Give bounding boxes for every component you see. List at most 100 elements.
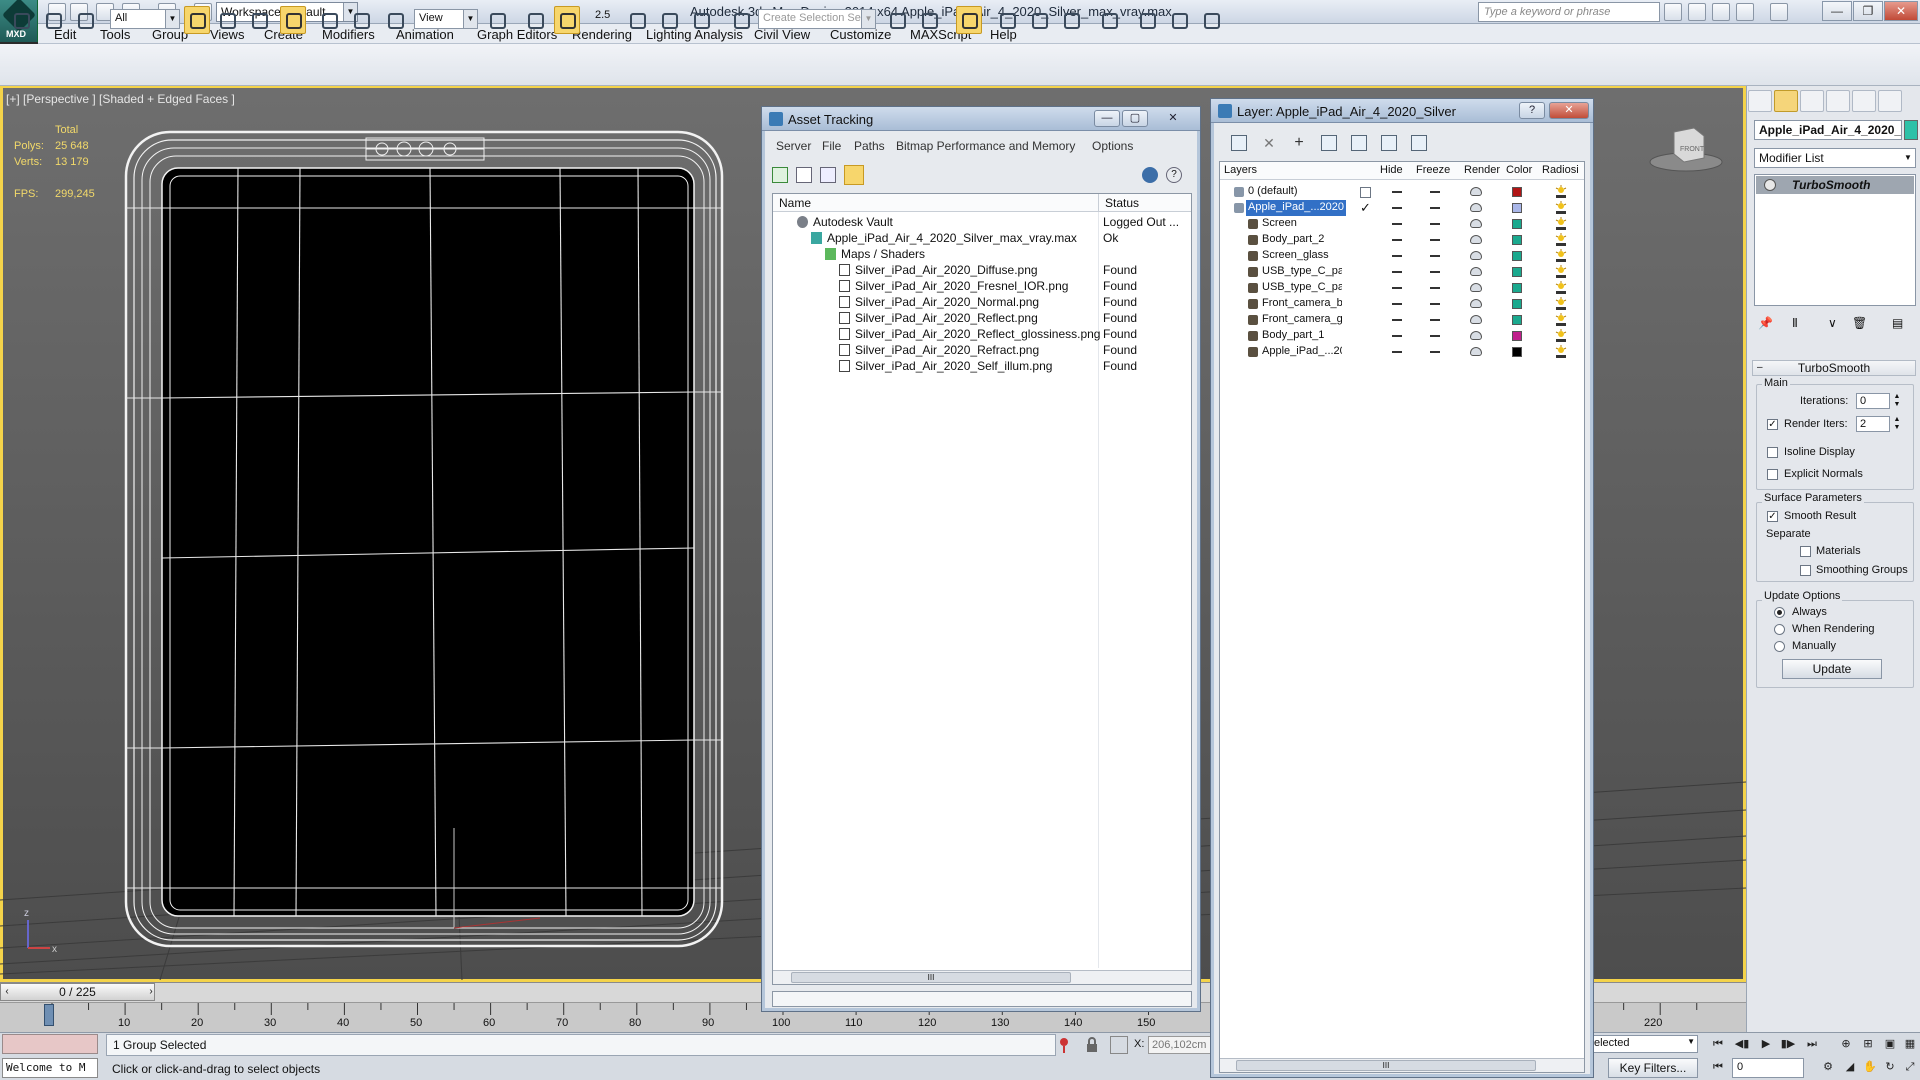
zoom-extents-icon[interactable]: ▣ — [1880, 1035, 1900, 1053]
layer-object-row[interactable]: USB_type_C_pa — [1220, 280, 1578, 296]
go-to-end-icon[interactable]: ⏭ — [1802, 1035, 1822, 1053]
next-frame-icon[interactable]: ▮▶ — [1778, 1035, 1798, 1053]
layer-color-swatch[interactable] — [1512, 187, 1522, 197]
isolate-selection-icon[interactable] — [1056, 1036, 1072, 1054]
layer-color-swatch[interactable] — [1512, 347, 1522, 357]
radiosity-icon[interactable] — [1554, 217, 1568, 231]
layer-window-titlebar[interactable]: Layer: Apple_iPad_Air_4_2020_Silver ? ✕ — [1211, 99, 1593, 123]
radiosity-icon[interactable] — [1554, 201, 1568, 215]
layer-freeze-toggle[interactable] — [1430, 223, 1440, 225]
maxscript-output[interactable]: Welcome to M — [2, 1058, 98, 1078]
separate-materials-checkbox[interactable] — [1800, 546, 1811, 557]
teapot-render-icon[interactable] — [1470, 331, 1482, 340]
layer-color-swatch[interactable] — [1512, 203, 1522, 213]
asset-menu-server[interactable]: Server — [776, 139, 811, 153]
maximize-viewport-icon[interactable]: ⤢ — [1900, 1058, 1920, 1076]
zoom-icon[interactable]: ⊕ — [1836, 1035, 1856, 1053]
layer-color-swatch[interactable] — [1512, 283, 1522, 293]
iterations-spinner-arrows[interactable]: ▲ ▼ — [1892, 393, 1902, 409]
key-mode-toggle-icon[interactable]: ⏮ — [1708, 1058, 1728, 1076]
layer-col-layers[interactable]: Layers — [1224, 164, 1257, 176]
asset-help-icon[interactable]: ? — [1166, 167, 1182, 183]
close-window-button[interactable]: ✕ — [1884, 1, 1918, 21]
mini-curve-editor-icon[interactable] — [8, 1006, 32, 1026]
layer-color-swatch[interactable] — [1512, 251, 1522, 261]
radiosity-icon[interactable] — [1554, 345, 1568, 359]
teapot-render-icon[interactable] — [1470, 315, 1482, 324]
communication-icon[interactable] — [1712, 3, 1730, 21]
bind-space-warp-icon[interactable] — [72, 6, 98, 34]
configure-modifier-sets-icon[interactable]: ▤ — [1892, 316, 1910, 332]
radiosity-icon[interactable] — [1554, 297, 1568, 311]
teapot-render-icon[interactable] — [1470, 283, 1482, 292]
separate-smoothing-groups-checkbox[interactable] — [1800, 565, 1811, 576]
named-selection-dropdown[interactable]: Create Selection Se ▼ — [758, 9, 876, 29]
time-prev-icon[interactable]: ‹ — [0, 983, 14, 1001]
layer-hide-toggle[interactable] — [1392, 303, 1402, 305]
time-slider-thumb[interactable]: 0 / 225 — [0, 983, 155, 1001]
layer-hide-toggle[interactable] — [1392, 319, 1402, 321]
hierarchy-tab-icon[interactable] — [1800, 90, 1824, 112]
teapot-render-icon[interactable] — [1470, 203, 1482, 212]
snaps-toggle-icon[interactable]: 2.5 — [592, 6, 618, 34]
layer-hide-toggle[interactable] — [1392, 255, 1402, 257]
asset-col-name[interactable]: Name — [779, 196, 811, 210]
asset-row[interactable]: Maps / Shaders — [773, 246, 1191, 262]
curve-editor-icon[interactable] — [1026, 6, 1052, 34]
help-icon[interactable] — [1770, 3, 1788, 21]
layer-freeze-toggle[interactable] — [1430, 335, 1440, 337]
asset-close-button[interactable]: ✕ — [1156, 110, 1190, 127]
align-icon[interactable] — [916, 6, 942, 34]
add-to-layer-icon[interactable]: + — [1291, 135, 1307, 151]
edit-named-selections-icon[interactable] — [728, 6, 754, 34]
asset-row[interactable]: Silver_iPad_Air_2020_Reflect_glossiness.… — [773, 326, 1191, 342]
isoline-display-checkbox[interactable] — [1767, 447, 1778, 458]
smooth-result-checkbox[interactable]: ✓ — [1767, 511, 1778, 522]
thumbnail-view-icon[interactable] — [820, 167, 836, 183]
asset-menu-options[interactable]: Options — [1092, 139, 1133, 153]
layer-hide-toggle[interactable] — [1392, 207, 1402, 209]
refresh-icon[interactable] — [772, 167, 788, 183]
favorites-star-icon[interactable] — [1736, 3, 1754, 21]
selection-filter-dropdown[interactable]: All ▼ — [110, 9, 180, 29]
reference-coord-dropdown[interactable]: View ▼ — [414, 9, 478, 29]
pan-view-icon[interactable]: ✋ — [1860, 1058, 1880, 1076]
layer-col-render[interactable]: Render — [1464, 164, 1500, 176]
material-editor-icon[interactable] — [1096, 6, 1122, 34]
minimize-window-button[interactable]: — — [1822, 1, 1852, 21]
asset-menu-paths[interactable]: Paths — [854, 139, 885, 153]
percent-snap-icon[interactable] — [656, 6, 682, 34]
rectangular-region-icon[interactable] — [246, 6, 272, 34]
scale-icon[interactable] — [382, 6, 408, 34]
asset-scroll-thumb[interactable]: III — [791, 972, 1071, 983]
layer-help-button[interactable]: ? — [1519, 102, 1545, 119]
teapot-render-icon[interactable] — [1470, 299, 1482, 308]
angle-snap-icon[interactable] — [624, 6, 650, 34]
show-end-result-icon[interactable]: Ⅱ — [1792, 316, 1810, 332]
teapot-render-icon[interactable] — [1470, 219, 1482, 228]
previous-frame-icon[interactable]: ◀▮ — [1732, 1035, 1752, 1053]
teapot-render-icon[interactable] — [1470, 235, 1482, 244]
current-layer-checkbox[interactable] — [1360, 187, 1371, 198]
render-iters-checkbox[interactable]: ✓ — [1767, 419, 1778, 430]
layer-hide-toggle[interactable] — [1392, 191, 1402, 193]
current-frame-field[interactable]: 0 — [1732, 1058, 1804, 1078]
lightbulb-icon[interactable] — [1764, 179, 1776, 191]
layer-freeze-toggle[interactable] — [1430, 351, 1440, 353]
move-icon[interactable] — [316, 6, 342, 34]
key-mode-dropdown[interactable]: elected ▼ — [1590, 1035, 1698, 1053]
layer-explorer-icon[interactable] — [956, 6, 982, 34]
asset-row[interactable]: Silver_iPad_Air_2020_Normal.png Found — [773, 294, 1191, 310]
layer-color-swatch[interactable] — [1512, 219, 1522, 229]
radiosity-icon[interactable] — [1554, 249, 1568, 263]
select-manipulate-icon[interactable] — [522, 6, 548, 34]
layer-freeze-toggle[interactable] — [1430, 287, 1440, 289]
iterations-spinner[interactable]: 0 — [1856, 393, 1890, 409]
layer-col-radiosity[interactable]: Radiosi — [1542, 164, 1579, 176]
explicit-normals-checkbox[interactable] — [1767, 469, 1778, 480]
radiosity-icon[interactable] — [1554, 233, 1568, 247]
update-button[interactable]: Update — [1782, 659, 1882, 679]
asset-minimize-button[interactable]: — — [1094, 110, 1120, 127]
zoom-extents-all-icon[interactable]: ▦ — [1900, 1035, 1920, 1053]
table-view-icon[interactable] — [844, 165, 864, 185]
